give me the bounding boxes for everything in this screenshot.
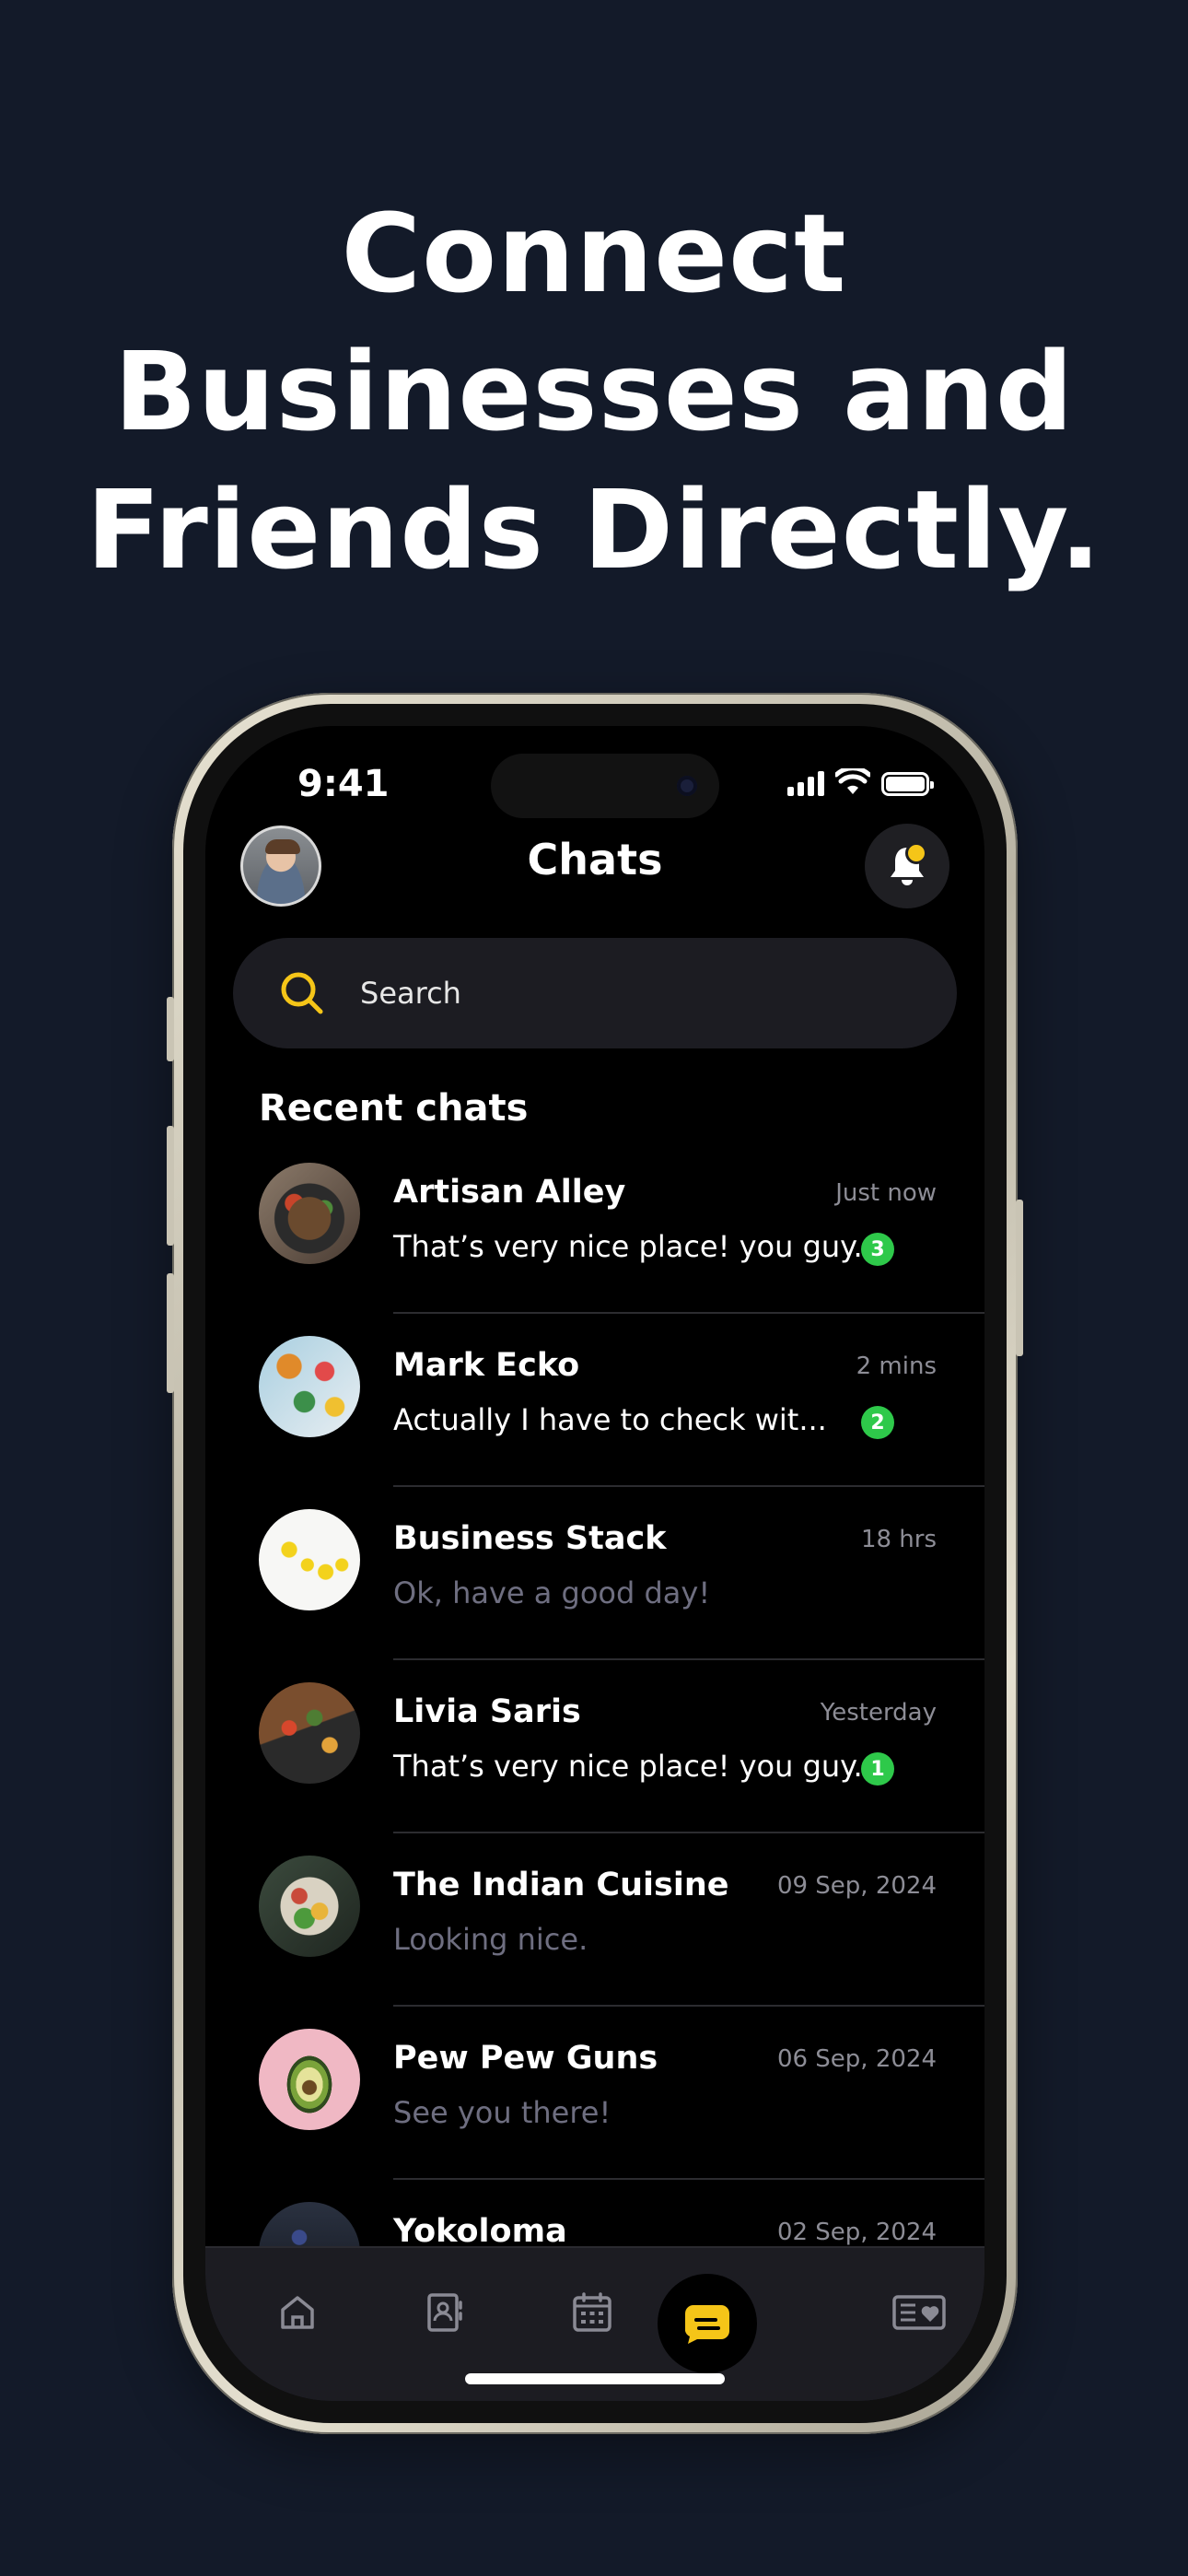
headline-line-1: Connect	[341, 190, 847, 317]
headline-line-3: Friends Directly.	[86, 466, 1102, 593]
section-title: Recent chats	[259, 1087, 529, 1130]
chat-avatar	[259, 1163, 360, 1264]
chat-item[interactable]: Artisan Alley That’s very nice place! yo…	[205, 1141, 984, 1314]
bottom-nav	[205, 2246, 984, 2401]
phone-screen: 9:41 Chats Search Recent chats Artisan A…	[205, 726, 984, 2401]
chat-time: 09 Sep, 2024	[776, 1872, 937, 1900]
chat-time: 02 Sep, 2024	[776, 2219, 937, 2246]
search-icon	[281, 972, 323, 1014]
nav-calendar[interactable]	[565, 2285, 620, 2340]
chat-name: Artisan Alley	[393, 1174, 626, 1211]
battery-icon	[881, 772, 934, 796]
contacts-book-icon	[427, 2293, 462, 2332]
chat-avatar	[259, 1509, 360, 1610]
chat-time: Yesterday	[820, 1699, 937, 1727]
headline-line-2: Businesses and	[113, 328, 1075, 455]
chat-preview: Ok, have a good day!	[393, 1575, 711, 1610]
status-icons	[787, 767, 934, 796]
volume-down-button	[167, 1273, 174, 1393]
chat-time: 18 hrs	[860, 1526, 937, 1553]
nav-home[interactable]	[270, 2285, 325, 2340]
chat-name: Pew Pew Guns	[393, 2040, 658, 2077]
chat-name: Mark Ecko	[393, 1347, 580, 1384]
camera-icon	[677, 776, 697, 796]
nav-chats[interactable]	[658, 2274, 757, 2373]
card-heart-icon	[892, 2295, 946, 2330]
chat-name: Business Stack	[393, 1520, 667, 1557]
search-bar[interactable]: Search	[233, 938, 957, 1048]
chat-name: Yokoloma	[393, 2213, 567, 2250]
unread-badge: 1	[861, 1752, 894, 1786]
phone-bezel: 9:41 Chats Search Recent chats Artisan A…	[183, 704, 1007, 2423]
chat-avatar	[259, 1336, 360, 1437]
chat-avatar	[259, 1682, 360, 1784]
notification-dot	[905, 842, 927, 864]
chat-item[interactable]: Pew Pew Guns See you there! 06 Sep, 2024	[205, 2007, 984, 2180]
phone-frame: 9:41 Chats Search Recent chats Artisan A…	[167, 693, 1023, 2434]
chat-item[interactable]: Livia Saris That’s very nice place! you …	[205, 1660, 984, 1833]
headline: Connect Businesses and Friends Directly.	[0, 184, 1188, 599]
cellular-signal-icon	[787, 770, 824, 796]
volume-up-button	[167, 1126, 174, 1246]
mute-switch	[167, 997, 174, 1061]
unread-badge: 2	[861, 1406, 894, 1439]
chat-preview: That’s very nice place! you guy...	[393, 1229, 882, 1264]
chat-preview: That’s very nice place! you guy...	[393, 1749, 882, 1784]
chat-bubble-icon	[685, 2305, 729, 2344]
dynamic-island	[491, 754, 719, 818]
notifications-button[interactable]	[865, 824, 949, 908]
chat-avatar	[259, 1856, 360, 1957]
nav-saved[interactable]	[891, 2285, 947, 2340]
chat-name: Livia Saris	[393, 1693, 581, 1730]
chat-time: 06 Sep, 2024	[776, 2045, 937, 2073]
chat-item[interactable]: The Indian Cuisine Looking nice. 09 Sep,…	[205, 1833, 984, 2007]
status-time: 9:41	[297, 763, 390, 805]
chat-list: Artisan Alley That’s very nice place! yo…	[205, 1141, 984, 2353]
search-input[interactable]: Search	[360, 976, 461, 1011]
chat-item[interactable]: Business Stack Ok, have a good day! 18 h…	[205, 1487, 984, 1660]
power-button	[1016, 1200, 1023, 1356]
chat-time: 2 mins	[856, 1352, 937, 1380]
chat-avatar	[259, 2029, 360, 2130]
chat-preview: Looking nice.	[393, 1922, 588, 1957]
wifi-icon	[835, 768, 870, 794]
chat-preview: See you there!	[393, 2095, 611, 2130]
chat-preview: Actually I have to check wit...	[393, 1402, 827, 1437]
chat-name: The Indian Cuisine	[393, 1867, 729, 1903]
nav-contacts[interactable]	[417, 2285, 472, 2340]
chat-item[interactable]: Mark Ecko Actually I have to check wit..…	[205, 1314, 984, 1487]
home-indicator[interactable]	[465, 2373, 725, 2384]
home-icon	[281, 2296, 314, 2329]
calendar-icon	[573, 2292, 611, 2332]
unread-badge: 3	[861, 1233, 894, 1266]
chat-time: Just now	[835, 1179, 937, 1207]
